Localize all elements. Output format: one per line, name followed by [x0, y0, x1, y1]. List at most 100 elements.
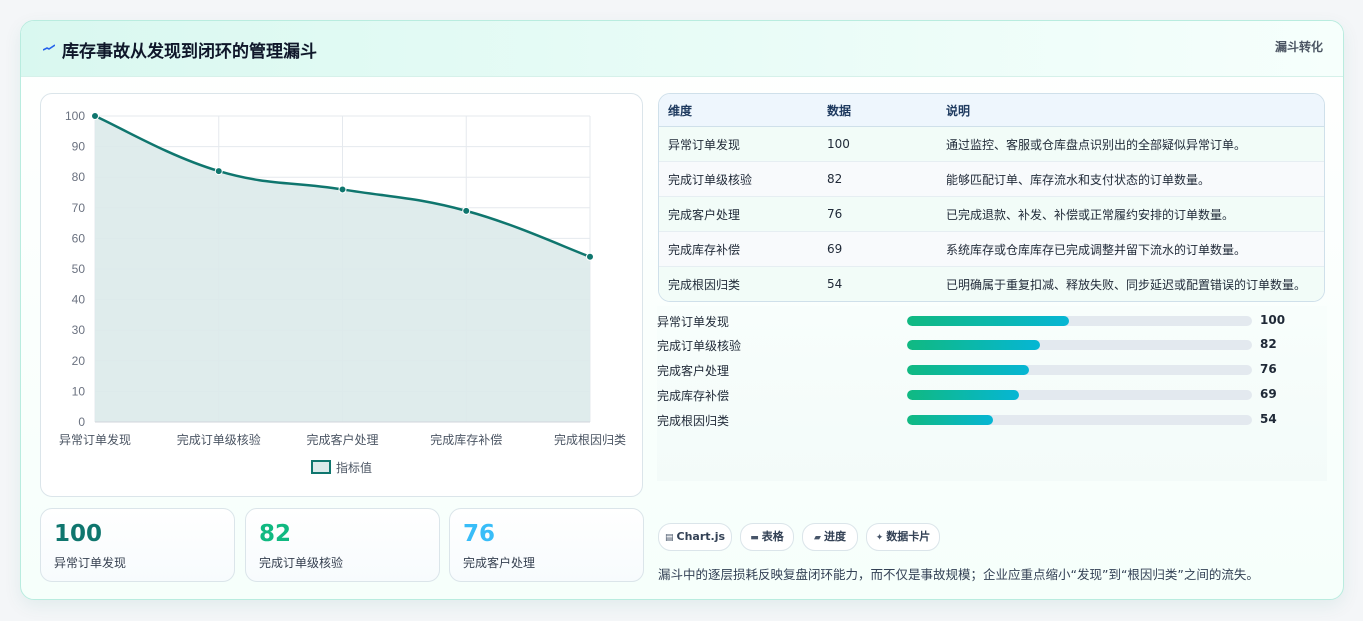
progress-track: [907, 390, 1252, 400]
progress-row: 完成客户处理 76: [657, 360, 1327, 380]
data-point: [462, 206, 471, 215]
data-point: [214, 167, 223, 176]
table-cell: 76: [818, 196, 937, 232]
table-cell: 82: [818, 161, 937, 197]
progress-row: 完成库存补偿 69: [657, 385, 1327, 405]
progress-row: 异常订单发现 100: [657, 311, 1327, 331]
progress-label: 完成库存补偿: [657, 389, 730, 403]
stat-card-3: 76 完成客户处理: [449, 508, 644, 582]
x-tick-label: 完成库存补偿: [430, 432, 502, 447]
data-point: [91, 112, 99, 120]
x-tick-label: 完成根因归类: [554, 432, 626, 447]
data-point: [338, 185, 347, 194]
progress-icon: ▰: [814, 533, 821, 543]
stat-value: 76: [463, 521, 496, 547]
progress-fill: [907, 365, 1030, 375]
progress-label: 完成订单级核验: [657, 339, 742, 353]
progress-track: [907, 340, 1252, 350]
progress-track: [907, 365, 1252, 375]
progress-label: 完成根因归类: [657, 414, 730, 428]
progress-value: 100: [1260, 313, 1286, 327]
y-tick-label: 50: [72, 262, 86, 276]
chart-icon: ▤: [664, 533, 674, 543]
stat-label: 异常订单发现: [54, 556, 127, 570]
funnel-tag: 漏斗转化: [1274, 40, 1323, 54]
data-table: 维度 数据 说明 异常订单发现 100 通过监控、客服或仓库盘点识别出的全部疑似…: [658, 93, 1325, 302]
chart-panel: 0 10 20 30 40 50 60 70 80 90 100 异常订单发现 完成订单级核验 完成客户处…: [40, 93, 643, 497]
chip-label: Chart.js: [676, 530, 726, 543]
y-tick-label: 30: [72, 323, 86, 337]
table-cell: 完成根因归类: [659, 266, 818, 301]
area-chart: 0 10 20 30 40 50 60 70 80 90 100 异常订单发现 完成订单级核验 完成客户处…: [59, 109, 626, 475]
chip-table[interactable]: ▬ 表格: [740, 523, 794, 551]
y-tick-label: 70: [72, 201, 86, 215]
table-cell: 能够匹配订单、库存流水和支付状态的订单数量。: [937, 161, 1324, 197]
table-cell: 已明确属于重复扣减、释放失败、同步延迟或配置错误的订单数量。: [937, 266, 1324, 301]
y-tick-label: 20: [72, 354, 86, 368]
progress-value: 54: [1260, 412, 1277, 426]
progress-fill: [907, 390, 1020, 400]
y-tick-label: 90: [72, 140, 86, 154]
table-row: 完成客户处理 76 已完成退款、补发、补偿或正常履约安排的订单数量。: [659, 196, 1324, 232]
table-cell: 完成订单级核验: [659, 161, 818, 197]
progress-fill: [907, 415, 994, 425]
table-icon: ▬: [750, 533, 759, 543]
stat-value: 82: [259, 521, 292, 547]
progress-track: [907, 415, 1252, 425]
legend-label: 指标值: [336, 460, 372, 475]
progress-row: 完成订单级核验 82: [657, 335, 1327, 355]
table-row: 异常订单发现 100 通过监控、客服或仓库盘点识别出的全部疑似异常订单。: [659, 126, 1324, 162]
page-title: 库存事故从发现到闭环的管理漏斗: [62, 42, 317, 62]
progress-value: 69: [1260, 387, 1277, 401]
y-tick-label: 60: [72, 231, 86, 245]
x-tick-label: 完成订单级核验: [177, 432, 261, 447]
table-cell: 完成客户处理: [659, 196, 818, 232]
progress-label: 完成客户处理: [657, 364, 730, 378]
y-tick-label: 0: [78, 415, 85, 429]
y-tick-label: 10: [72, 384, 86, 398]
x-tick-label: 异常订单发现: [59, 432, 131, 447]
stat-card-2: 82 完成订单级核验: [245, 508, 440, 582]
column-header: 数据: [818, 94, 937, 127]
progress-track: [907, 316, 1252, 326]
progress-fill: [907, 340, 1040, 350]
footnote: 漏斗中的逐层损耗反映复盘闭环能力，而不仅是事故规模；企业应重点缩小“发现”到“根…: [658, 567, 1259, 582]
y-tick-label: 40: [72, 293, 86, 307]
stat-label: 完成客户处理: [463, 556, 536, 570]
table-cell: 已完成退款、补发、补偿或正常履约安排的订单数量。: [937, 196, 1324, 232]
chip-label: 表格: [761, 530, 784, 543]
chip-label: 数据卡片: [886, 530, 931, 543]
table-cell: 完成库存补偿: [659, 231, 818, 267]
table-cell: 系统库存或仓库库存已完成调整并留下流水的订单数量。: [937, 231, 1324, 267]
stat-label: 完成订单级核验: [259, 556, 344, 570]
progress-value: 82: [1260, 337, 1277, 351]
legend-swatch: [311, 460, 331, 474]
stat-card-1: 100 异常订单发现: [40, 508, 235, 582]
table-cell: 69: [818, 231, 937, 267]
column-header: 维度: [659, 94, 818, 127]
chip-progress[interactable]: ▰ 进度: [802, 523, 858, 551]
pulse-icon: [43, 44, 55, 51]
table-row: 完成库存补偿 69 系统库存或仓库库存已完成调整并留下流水的订单数量。: [659, 231, 1324, 267]
x-tick-label: 完成客户处理: [306, 432, 378, 447]
chip-chartjs[interactable]: ▤ Chart.js: [658, 523, 732, 551]
card-icon: ✦: [875, 533, 884, 543]
progress-value: 76: [1260, 362, 1277, 376]
progress-row: 完成根因归类 54: [657, 410, 1327, 430]
y-tick-label: 80: [72, 170, 86, 184]
table-row: 完成根因归类 54 已明确属于重复扣减、释放失败、同步延迟或配置错误的订单数量。: [659, 266, 1324, 301]
progress-list: 异常订单发现 100 完成订单级核验 82 完成客户处理 76 完成库存补偿 6…: [657, 306, 1327, 481]
table-header-row: 维度 数据 说明: [659, 94, 1324, 127]
table-cell: 54: [818, 266, 937, 301]
table-row: 完成订单级核验 82 能够匹配订单、库存流水和支付状态的订单数量。: [659, 161, 1324, 197]
chip-label: 进度: [823, 530, 846, 543]
table-cell: 通过监控、客服或仓库盘点识别出的全部疑似异常订单。: [937, 126, 1324, 162]
progress-fill: [907, 316, 1070, 326]
funnel-card: 库存事故从发现到闭环的管理漏斗 漏斗转化 0 10 20 30 40 50 60 70 80 90…: [20, 20, 1344, 600]
chip-data-card[interactable]: ✦ 数据卡片: [866, 523, 940, 551]
card-header: 库存事故从发现到闭环的管理漏斗 漏斗转化: [21, 21, 1343, 77]
stat-value: 100: [54, 521, 103, 547]
y-tick-label: 100: [65, 109, 85, 123]
data-point: [586, 252, 594, 261]
column-header: 说明: [937, 94, 1324, 127]
